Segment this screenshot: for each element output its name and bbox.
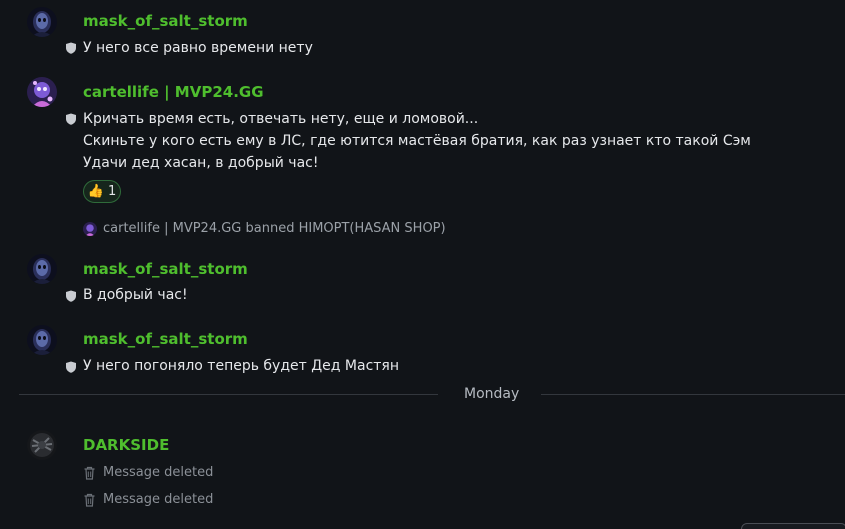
deleted-message: Message deleted [83, 465, 213, 480]
deleted-message-text: Message deleted [103, 465, 214, 480]
username[interactable]: mask_of_salt_storm [83, 330, 248, 348]
reaction-count: 1 [107, 184, 117, 199]
username[interactable]: cartellife | MVP24.GG [83, 83, 264, 101]
shield-icon [66, 290, 76, 302]
date-divider-label: Monday [464, 386, 520, 402]
trash-icon [84, 466, 95, 480]
username[interactable]: mask_of_salt_storm [83, 12, 248, 30]
avatar[interactable] [27, 7, 57, 37]
reaction-thumbs-up[interactable]: 👍 1 [83, 180, 121, 203]
shield-icon [66, 361, 76, 373]
message-text: Скиньте у кого есть ему в ЛС, где ютится… [83, 133, 751, 149]
scroll-to-bottom-tab[interactable] [741, 523, 845, 529]
date-divider-line [19, 394, 438, 395]
message-text: Удачи дед хасан, в добрый час! [83, 155, 319, 171]
system-event: cartellife | MVP24.GG banned HIMOPT(HASA… [83, 221, 446, 236]
message-text: Кричать время есть, отвечать нету, еще и… [83, 111, 479, 127]
message-text: В добрый час! [83, 287, 188, 303]
avatar [83, 221, 97, 236]
deleted-message-text: Message deleted [103, 492, 214, 507]
avatar[interactable] [27, 77, 57, 107]
avatar[interactable] [27, 325, 57, 355]
message-text: У него все равно времени нету [83, 40, 313, 56]
system-event-text: cartellife | MVP24.GG banned HIMOPT(HASA… [103, 221, 446, 236]
shield-icon [66, 42, 76, 54]
avatar[interactable] [27, 430, 57, 460]
shield-icon [66, 113, 76, 125]
thumbs-up-icon: 👍 [87, 184, 104, 199]
chat-message-list: mask_of_salt_storm У него все равно врем… [0, 0, 845, 529]
message-text: У него погоняло теперь будет Дед Мастян [83, 358, 400, 374]
trash-icon [84, 493, 95, 507]
avatar[interactable] [27, 254, 57, 284]
username[interactable]: DARKSIDE [83, 436, 169, 454]
date-divider-line [541, 394, 845, 395]
deleted-message: Message deleted [83, 492, 213, 507]
username[interactable]: mask_of_salt_storm [83, 260, 248, 278]
